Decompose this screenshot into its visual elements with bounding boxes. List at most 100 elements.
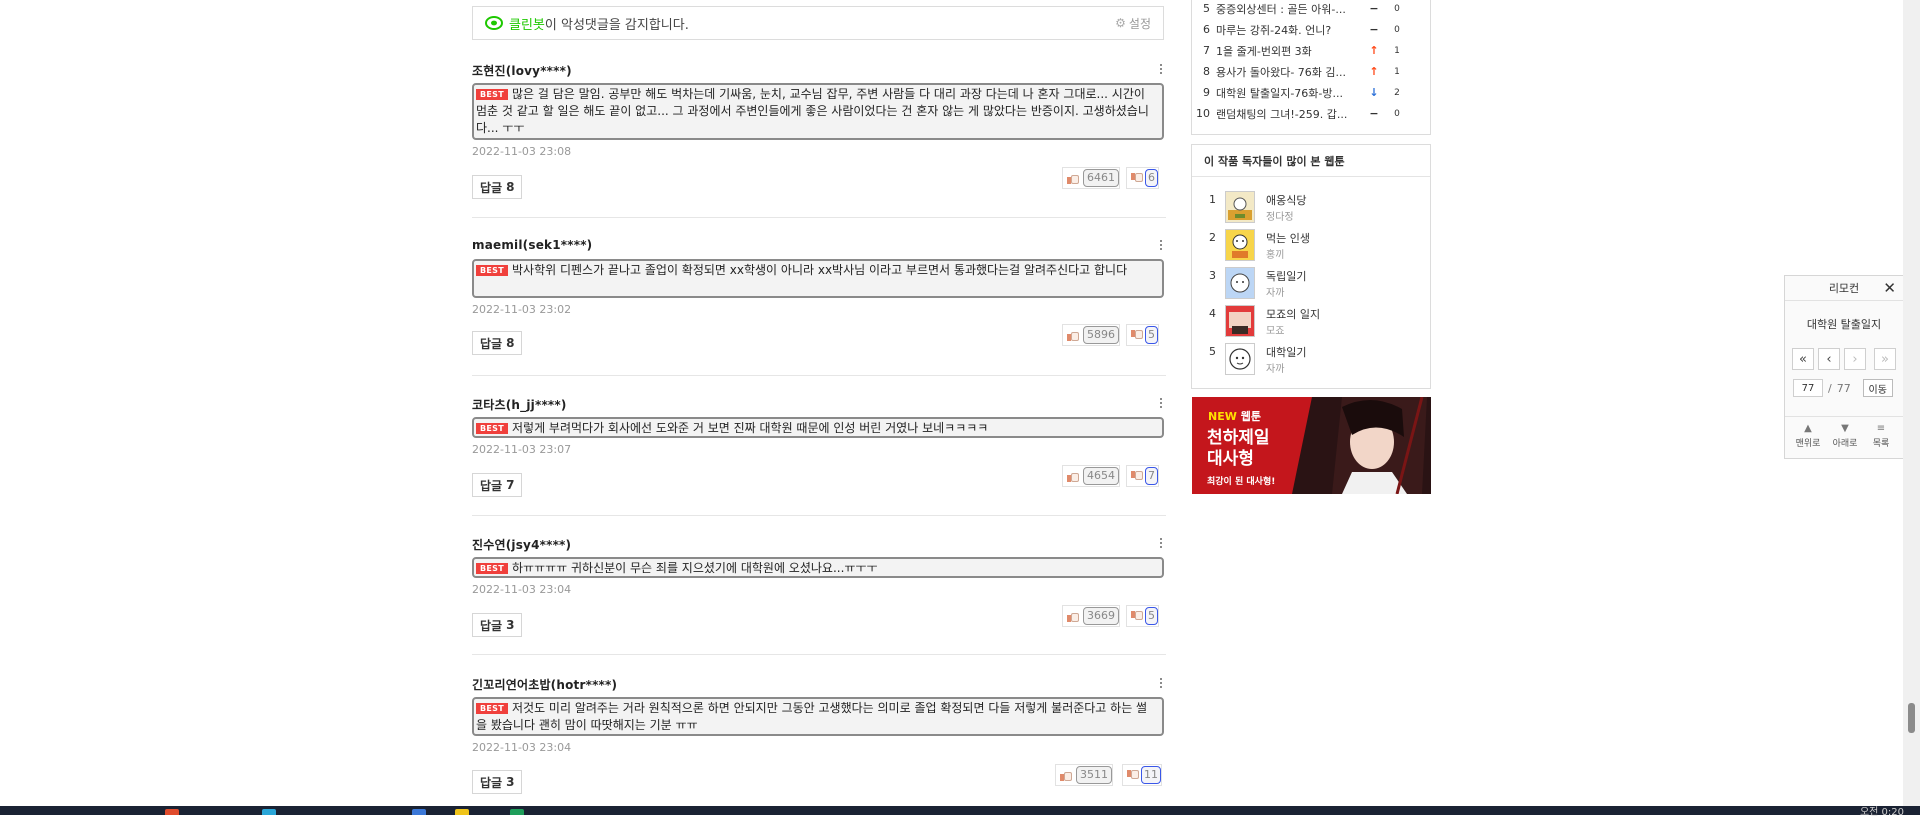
dislike-button[interactable]: 6 bbox=[1126, 167, 1159, 189]
related-webtoon-title[interactable]: 대학일기 bbox=[1266, 344, 1306, 360]
ranking-item[interactable]: 9 대학원 탈출일지-76화-방... ↓ 2 bbox=[1192, 82, 1430, 103]
related-webtoon-item[interactable]: 1 애옹식당 정다정 bbox=[1192, 191, 1430, 225]
rank-change-value: 0 bbox=[1394, 24, 1400, 35]
related-webtoon-title[interactable]: 먹는 인생 bbox=[1266, 230, 1310, 246]
related-webtoon-author: 정다정 bbox=[1266, 212, 1294, 223]
related-webtoon-title[interactable]: 애옹식당 bbox=[1266, 192, 1306, 208]
webtoon-thumbnail[interactable] bbox=[1225, 305, 1255, 337]
related-webtoon-item[interactable]: 4 모죠의 일지 모죠 bbox=[1192, 305, 1430, 339]
like-button[interactable]: 4654 bbox=[1062, 465, 1120, 487]
webtoon-thumbnail[interactable] bbox=[1225, 191, 1255, 223]
comment-author[interactable]: 긴꼬리연어초밥(hotr****) bbox=[472, 676, 617, 693]
like-button[interactable]: 3669 bbox=[1062, 605, 1120, 627]
comment-date: 2022-11-03 23:07 bbox=[472, 443, 572, 456]
cleanbot-settings-label: 설정 bbox=[1128, 16, 1151, 31]
new-webtoon-banner[interactable]: NEW 웹툰 천하제일 대사형 최강이 된 대사형! bbox=[1192, 397, 1431, 494]
banner-title-line1: 천하제일 bbox=[1207, 428, 1270, 448]
webtoon-thumbnail[interactable] bbox=[1225, 343, 1255, 375]
comment-date: 2022-11-03 23:08 bbox=[472, 145, 572, 158]
more-options-icon[interactable] bbox=[1156, 396, 1166, 410]
taskbar-app-icon[interactable] bbox=[510, 809, 524, 815]
dislike-button[interactable]: 7 bbox=[1126, 465, 1159, 487]
taskbar-app-icon[interactable] bbox=[262, 809, 276, 815]
reply-button[interactable]: 답글 3 bbox=[472, 613, 523, 637]
taskbar-app-icon[interactable] bbox=[165, 809, 179, 815]
more-options-icon[interactable] bbox=[1156, 238, 1166, 252]
reply-label: 답글 bbox=[480, 478, 503, 493]
go-button[interactable]: 이동 bbox=[1862, 379, 1893, 397]
list-button[interactable]: ≡ 목록 bbox=[1863, 422, 1899, 449]
rank-change-value: 2 bbox=[1394, 87, 1400, 98]
comment-author[interactable]: maemil(sek1****) bbox=[472, 238, 592, 252]
page-scrollbar[interactable] bbox=[1903, 0, 1920, 806]
related-webtoon-title[interactable]: 독립일기 bbox=[1266, 268, 1306, 284]
webtoon-thumbnail[interactable] bbox=[1225, 229, 1255, 261]
rank-title[interactable]: 중증외상센터 : 골든 아워-... bbox=[1216, 1, 1364, 17]
comment-author[interactable]: 진수연(jsy4****) bbox=[472, 536, 571, 553]
thumbs-down-icon bbox=[1131, 329, 1144, 342]
prev-episode-button[interactable]: ‹ bbox=[1818, 348, 1840, 370]
comment-date: 2022-11-03 23:02 bbox=[472, 303, 572, 316]
related-webtoon-item[interactable]: 2 먹는 인생 홍끼 bbox=[1192, 229, 1430, 263]
related-webtoon-item[interactable]: 3 독립일기 자까 bbox=[1192, 267, 1430, 301]
taskbar-app-icon[interactable] bbox=[412, 809, 426, 815]
more-options-icon[interactable] bbox=[1156, 676, 1166, 690]
cleanbot-settings-button[interactable]: ⚙ 설정 bbox=[1115, 15, 1151, 32]
dislike-button[interactable]: 5 bbox=[1126, 324, 1159, 346]
ranking-item[interactable]: 6 마루는 강쥐-24화. 언니? − 0 bbox=[1192, 19, 1430, 40]
comment-author[interactable]: 조현진(lovy****) bbox=[472, 62, 572, 79]
dislike-button[interactable]: 5 bbox=[1126, 605, 1159, 627]
thumbs-up-icon bbox=[1067, 470, 1080, 483]
ranking-item[interactable]: 8 용사가 돌아왔다- 76화 김... ↑ 1 bbox=[1192, 61, 1430, 82]
reply-button[interactable]: 답글 8 bbox=[472, 175, 523, 199]
cleanbot-message-text: 이 악성댓글을 감지합니다. bbox=[544, 17, 689, 33]
dislike-button[interactable]: 11 bbox=[1122, 764, 1162, 786]
rank-title[interactable]: 용사가 돌아왔다- 76화 김... bbox=[1216, 64, 1364, 80]
episode-number-input[interactable]: 77 bbox=[1793, 379, 1823, 397]
ranking-item[interactable]: 7 1을 줄게-번외편 3화 ↑ 1 bbox=[1192, 40, 1430, 61]
ranking-item[interactable]: 10 랜덤채팅의 그녀!-259. 갑... − 0 bbox=[1192, 103, 1430, 124]
like-button[interactable]: 5896 bbox=[1062, 324, 1120, 346]
list-icon: ≡ bbox=[1876, 423, 1886, 434]
reply-button[interactable]: 답글 8 bbox=[472, 331, 523, 355]
taskbar-app-icon[interactable] bbox=[455, 809, 469, 815]
last-episode-button[interactable]: » bbox=[1874, 348, 1896, 370]
like-button[interactable]: 3511 bbox=[1055, 764, 1113, 786]
best-badge: BEST bbox=[476, 703, 508, 714]
next-episode-button[interactable]: › bbox=[1844, 348, 1866, 370]
reply-count: 7 bbox=[506, 478, 515, 492]
close-icon[interactable]: ✕ bbox=[1883, 279, 1896, 297]
like-count: 4654 bbox=[1083, 467, 1119, 485]
comment-author[interactable]: 코타츠(h_jj****) bbox=[472, 396, 567, 413]
more-options-icon[interactable] bbox=[1156, 536, 1166, 550]
thumbs-up-icon bbox=[1067, 610, 1080, 623]
reply-button[interactable]: 답글 3 bbox=[472, 770, 523, 794]
reply-count: 8 bbox=[506, 336, 515, 350]
related-webtoon-item[interactable]: 5 대학일기 자까 bbox=[1192, 343, 1430, 377]
rank-title[interactable]: 마루는 강쥐-24화. 언니? bbox=[1216, 22, 1364, 38]
caret-down-icon: ▼ bbox=[1841, 423, 1849, 434]
dislike-count: 5 bbox=[1145, 607, 1158, 625]
reply-button[interactable]: 답글 7 bbox=[472, 473, 523, 497]
reply-label: 답글 bbox=[480, 775, 503, 790]
episode-total: 77 bbox=[1836, 381, 1851, 395]
thumbs-down-icon bbox=[1127, 769, 1140, 782]
rank-title[interactable]: 랜덤채팅의 그녀!-259. 갑... bbox=[1216, 106, 1364, 122]
webtoon-thumbnail[interactable] bbox=[1225, 267, 1255, 299]
related-rank: 3 bbox=[1209, 269, 1216, 282]
scroll-top-button[interactable]: ▲ 맨위로 bbox=[1790, 422, 1826, 449]
ranking-item[interactable]: 5 중증외상센터 : 골든 아워-... − 0 bbox=[1192, 0, 1430, 19]
related-rank: 4 bbox=[1209, 307, 1216, 320]
scroll-bottom-button[interactable]: ▼ 아래로 bbox=[1827, 422, 1863, 449]
comment-text-box: BEST 많은 걸 담은 말임. 공부만 해도 벅차는데 기싸움, 눈치, 교수님… bbox=[472, 83, 1164, 140]
related-webtoon-title[interactable]: 모죠의 일지 bbox=[1266, 306, 1320, 322]
comment-date: 2022-11-03 23:04 bbox=[472, 741, 572, 754]
more-options-icon[interactable] bbox=[1156, 62, 1166, 76]
rank-title[interactable]: 대학원 탈출일지-76화-방... bbox=[1216, 85, 1364, 101]
related-webtoons-panel: 이 작품 독자들이 많이 본 웹툰 1 애옹식당 정다정 2 먹는 인생 홍끼 … bbox=[1191, 144, 1431, 389]
first-episode-button[interactable]: « bbox=[1792, 348, 1814, 370]
like-button[interactable]: 6461 bbox=[1062, 167, 1120, 189]
rank-title[interactable]: 1을 줄게-번외편 3화 bbox=[1216, 43, 1364, 59]
page-scrollbar-thumb[interactable] bbox=[1908, 703, 1915, 733]
banner-tagline: 최강이 된 대사형! bbox=[1207, 477, 1276, 487]
